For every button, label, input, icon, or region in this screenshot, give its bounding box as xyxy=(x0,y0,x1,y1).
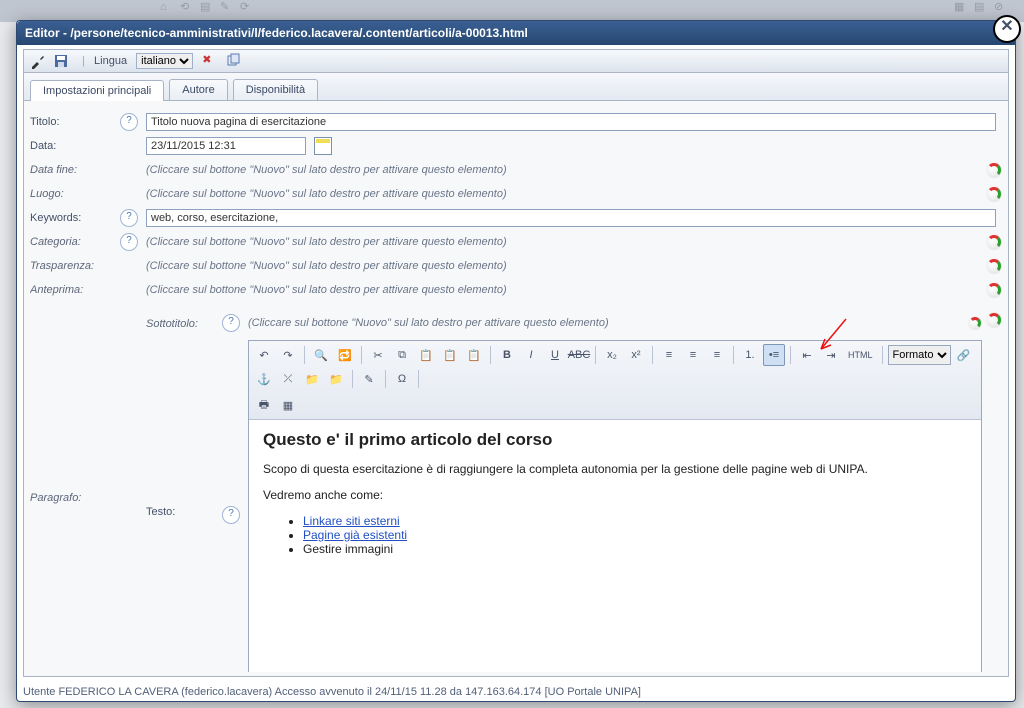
content-link2[interactable]: Pagine già esistenti xyxy=(303,528,407,542)
save-icon[interactable] xyxy=(53,53,69,69)
redo-icon[interactable]: ↷ xyxy=(277,344,299,366)
dialog-close-button[interactable]: ✕ xyxy=(993,15,1021,43)
link-icon[interactable]: 🔗 xyxy=(953,344,975,366)
rich-text-editor: ↶ ↷ 🔍 🔁 ✂ ⧉ 📋 📋 xyxy=(248,340,982,672)
cut-icon[interactable]: ✂ xyxy=(367,344,389,366)
hint-sottotitolo: (Cliccare sul bottone "Nuovo" sul lato d… xyxy=(248,317,968,329)
dialog-title: Editor - /persone/tecnico-amministrativi… xyxy=(17,21,1015,45)
hint-datafine: (Cliccare sul bottone "Nuovo" sul lato d… xyxy=(146,164,986,176)
help-sottotitolo[interactable]: ? xyxy=(222,314,240,332)
italic-icon[interactable]: I xyxy=(520,344,542,366)
unordered-list-icon[interactable]: •≡ xyxy=(763,344,785,366)
content-li3: Gestire immagini xyxy=(303,542,967,556)
align-left-icon[interactable]: ≡ xyxy=(658,344,680,366)
input-keywords[interactable] xyxy=(146,209,996,227)
superscript-icon[interactable]: x² xyxy=(625,344,647,366)
form-area: Titolo: ? Data: ? Data fine: ? (Cliccare… xyxy=(30,110,1002,672)
align-right-icon[interactable]: ≡ xyxy=(706,344,728,366)
help-categoria[interactable]: ? xyxy=(120,233,138,251)
table-icon[interactable]: ▦ xyxy=(277,394,299,416)
language-label: Lingua xyxy=(94,55,127,67)
content-p2: Vedremo anche come: xyxy=(263,488,967,502)
label-anteprima: Anteprima: xyxy=(30,284,112,296)
copy-icon[interactable]: ⧉ xyxy=(391,344,413,366)
align-center-icon[interactable]: ≡ xyxy=(682,344,704,366)
input-titolo[interactable] xyxy=(146,113,996,131)
html-source-button[interactable]: HTML xyxy=(844,344,877,366)
ordered-list-icon[interactable]: 1. xyxy=(739,344,761,366)
help-testo[interactable]: ? xyxy=(222,506,240,524)
help-keywords[interactable]: ? xyxy=(120,209,138,227)
underline-icon[interactable]: U xyxy=(544,344,566,366)
lang-copy-icon[interactable] xyxy=(225,53,241,69)
tool-wrench-icon[interactable] xyxy=(30,53,46,69)
content-link1[interactable]: Linkare siti esterni xyxy=(303,514,400,528)
anchor-icon[interactable]: ⚓ xyxy=(253,368,275,390)
tab-bar: Impostazioni principali Autore Disponibi… xyxy=(24,73,1008,101)
undo-icon[interactable]: ↶ xyxy=(253,344,275,366)
indent-icon[interactable]: ⇥ xyxy=(820,344,842,366)
format-select[interactable]: Formato xyxy=(888,345,951,365)
tab-main-settings[interactable]: Impostazioni principali xyxy=(30,80,164,101)
new-luogo-button[interactable] xyxy=(986,186,1002,202)
rte-content[interactable]: Questo e' il primo articolo del corso Sc… xyxy=(249,420,981,672)
label-sottotitolo: Sottotitolo: xyxy=(146,316,214,330)
replace-icon[interactable]: 🔁 xyxy=(334,344,356,366)
special-char-icon[interactable]: Ω xyxy=(391,368,413,390)
label-trasparenza: Trasparenza: xyxy=(30,260,112,272)
new-trasparenza-button[interactable] xyxy=(986,258,1002,274)
new-anteprima-button[interactable] xyxy=(986,282,1002,298)
print-icon[interactable]: 🖶 xyxy=(253,394,275,416)
image-browse-icon[interactable]: 📁 xyxy=(301,368,323,390)
bold-icon[interactable]: B xyxy=(496,344,518,366)
hint-anteprima: (Cliccare sul bottone "Nuovo" sul lato d… xyxy=(146,284,986,296)
new-paragrafo-button[interactable] xyxy=(986,312,1002,328)
new-categoria-button[interactable] xyxy=(986,234,1002,250)
unlink-icon[interactable]: ⤫ xyxy=(277,368,299,390)
editor-dialog: ✕ Editor - /persone/tecnico-amministrati… xyxy=(16,20,1016,702)
label-paragrafo: Paragrafo: xyxy=(30,490,81,504)
hint-trasparenza: (Cliccare sul bottone "Nuovo" sul lato d… xyxy=(146,260,986,272)
paste-word-icon[interactable]: 📋 xyxy=(463,344,485,366)
find-icon[interactable]: 🔍 xyxy=(310,344,332,366)
new-datafine-button[interactable] xyxy=(986,162,1002,178)
content-p1: Scopo di questa esercitazione è di raggi… xyxy=(263,462,967,476)
outdent-icon[interactable]: ⇤ xyxy=(796,344,818,366)
tab-author[interactable]: Autore xyxy=(169,79,227,100)
edit-icon[interactable]: ✎ xyxy=(358,368,380,390)
new-sottotitolo-button[interactable] xyxy=(968,316,982,330)
strike-icon[interactable]: ABC xyxy=(568,344,590,366)
status-bar: Utente FEDERICO LA CAVERA (federico.laca… xyxy=(23,686,1009,698)
language-select[interactable]: italiano xyxy=(136,53,193,69)
label-data: Data: xyxy=(30,140,112,152)
paste-icon[interactable]: 📋 xyxy=(415,344,437,366)
input-data[interactable] xyxy=(146,137,306,155)
paste-text-icon[interactable]: 📋 xyxy=(439,344,461,366)
label-keywords: Keywords: xyxy=(30,212,112,224)
label-testo: Testo: xyxy=(146,336,214,518)
content-heading: Questo e' il primo articolo del corso xyxy=(263,430,967,450)
subscript-icon[interactable]: x₂ xyxy=(601,344,623,366)
calendar-icon[interactable] xyxy=(314,137,332,155)
help-titolo[interactable]: ? xyxy=(120,113,138,131)
label-categoria: Categoria: xyxy=(30,236,112,248)
hint-luogo: (Cliccare sul bottone "Nuovo" sul lato d… xyxy=(146,188,986,200)
hint-categoria: (Cliccare sul bottone "Nuovo" sul lato d… xyxy=(146,236,986,248)
label-luogo: Luogo: xyxy=(30,188,112,200)
label-datafine: Data fine: xyxy=(30,164,112,176)
tab-availability[interactable]: Disponibilità xyxy=(233,79,318,100)
lang-remove-icon[interactable]: ✖ xyxy=(202,53,218,69)
app-background-toolbar: ⌂⟲▤✎⟳ ▦▤⊘ xyxy=(0,0,1024,22)
editor-toolbar: | Lingua italiano ✖ xyxy=(24,50,1008,73)
label-titolo: Titolo: xyxy=(30,116,112,128)
file-browse-icon[interactable]: 📁 xyxy=(325,368,347,390)
rte-toolbar: ↶ ↷ 🔍 🔁 ✂ ⧉ 📋 📋 xyxy=(249,341,981,420)
